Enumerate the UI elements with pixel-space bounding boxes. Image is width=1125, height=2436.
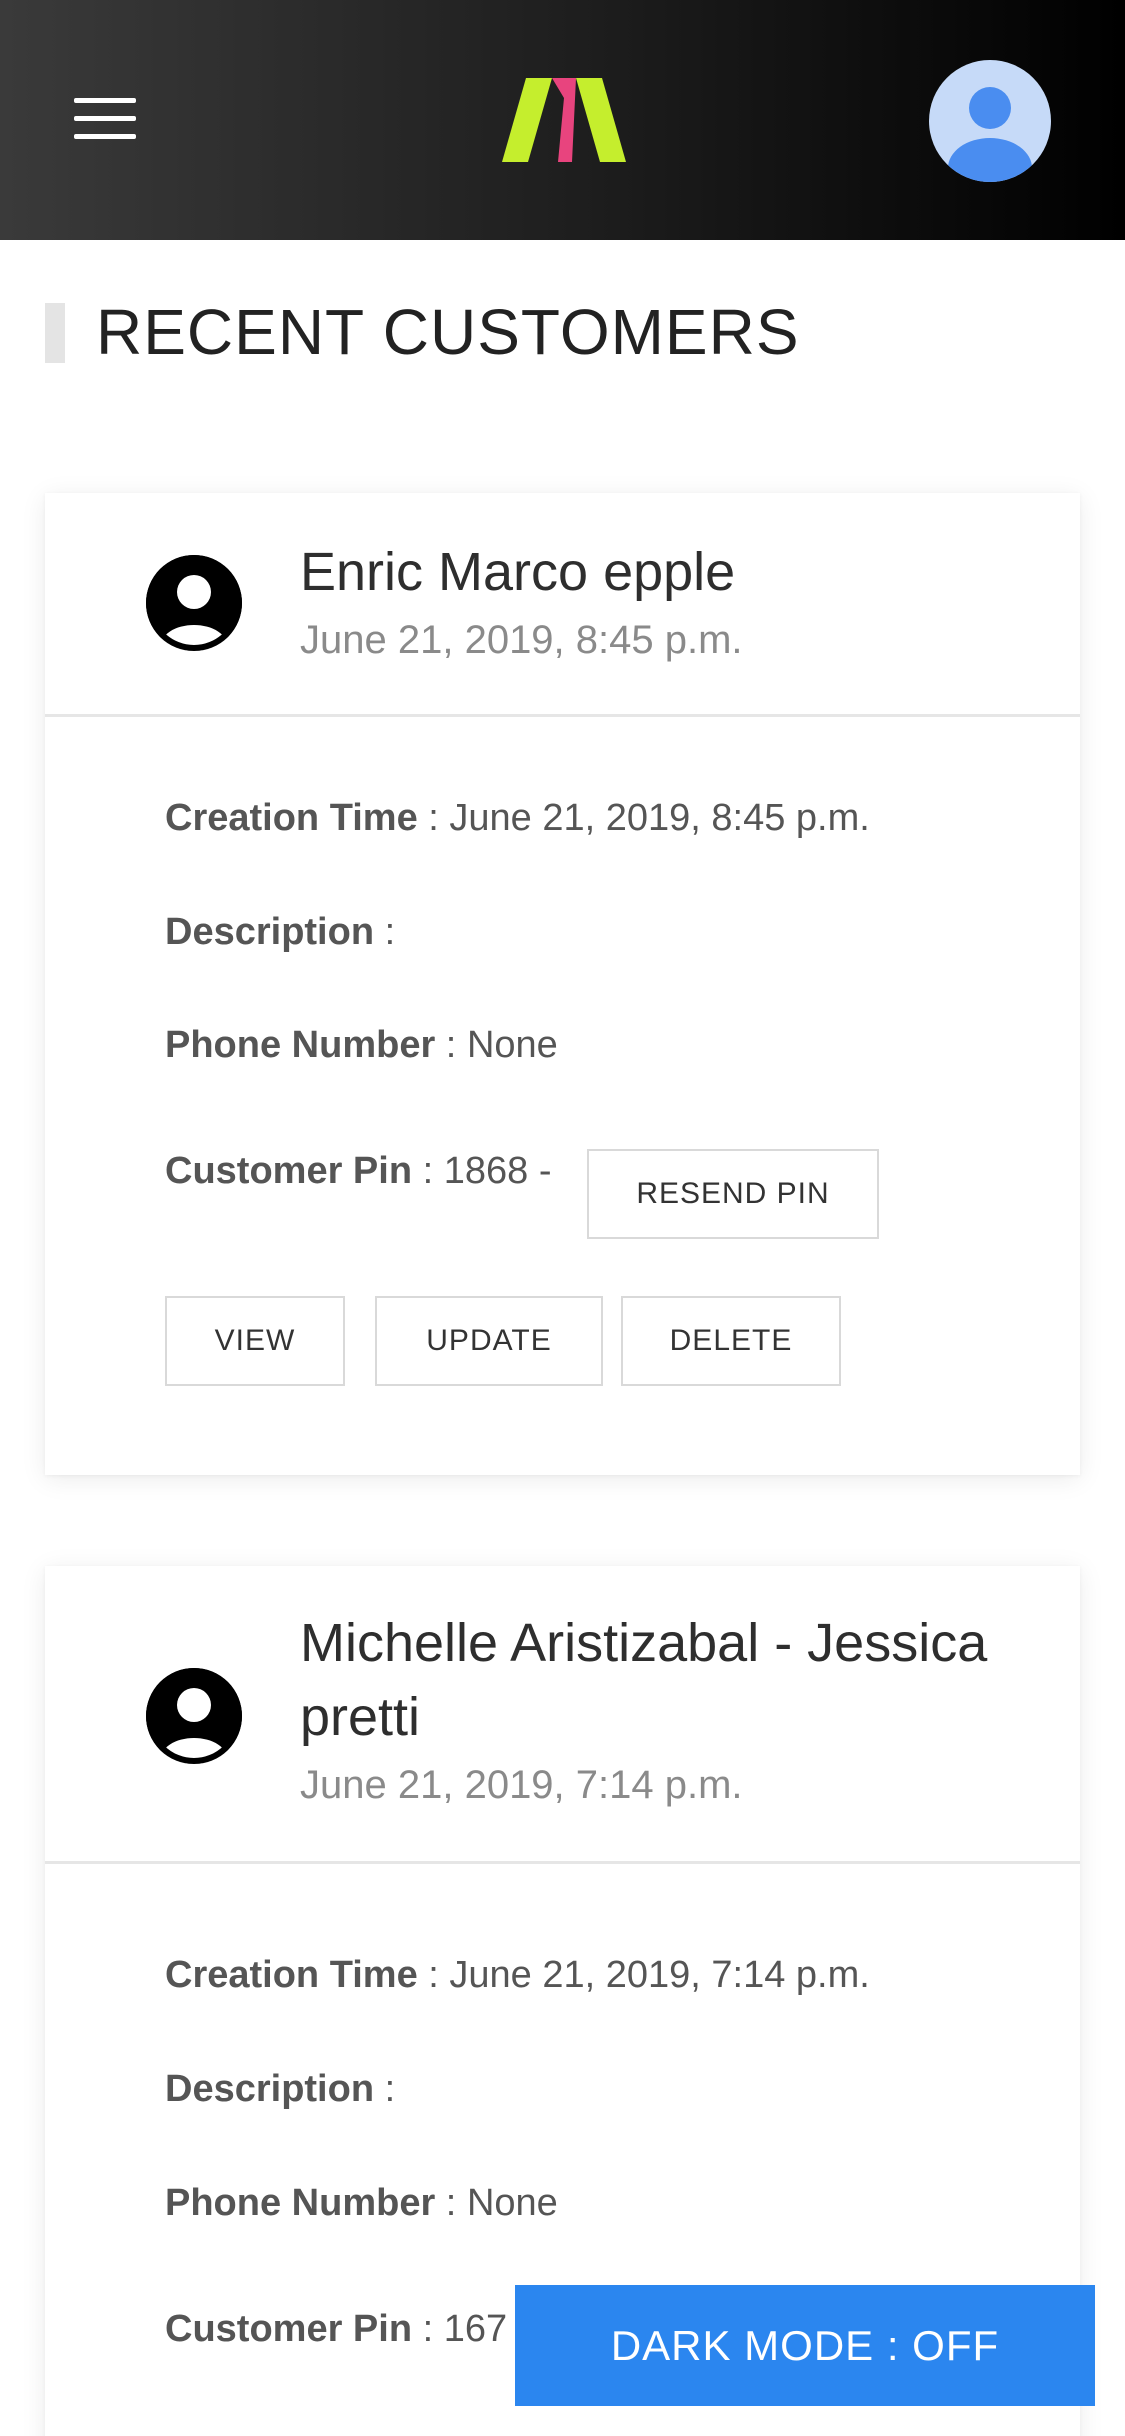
hamburger-menu-icon[interactable] bbox=[74, 96, 136, 142]
user-circle-icon bbox=[146, 1668, 242, 1764]
phone-number-label: Phone Number bbox=[165, 1024, 436, 1066]
customer-pin-value: 167 bbox=[443, 2308, 508, 2350]
creation-time-value: June 21, 2019, 7:14 p.m. bbox=[449, 1954, 870, 1996]
label-separator: : bbox=[435, 2182, 467, 2224]
phone-number-row: Phone Number : None bbox=[165, 1020, 558, 1070]
customer-date: June 21, 2019, 8:45 p.m. bbox=[300, 618, 743, 662]
phone-number-value: None bbox=[466, 2182, 558, 2224]
customer-card-header: Enric Marco epple June 21, 2019, 8:45 p.… bbox=[45, 493, 1080, 717]
description-row: Description : bbox=[165, 2064, 395, 2114]
label-separator: : bbox=[374, 911, 396, 953]
customer-date: June 21, 2019, 7:14 p.m. bbox=[300, 1763, 743, 1807]
view-button[interactable]: VIEW bbox=[165, 1296, 345, 1386]
creation-time-value: June 21, 2019, 8:45 p.m. bbox=[449, 797, 870, 839]
label-separator: : bbox=[412, 1150, 444, 1192]
customer-card: Enric Marco epple June 21, 2019, 8:45 p.… bbox=[45, 493, 1080, 1475]
delete-button[interactable]: DELETE bbox=[621, 1296, 841, 1386]
customer-pin-row: Customer Pin : 1868 - bbox=[165, 1146, 551, 1196]
label-separator: : bbox=[412, 2308, 444, 2350]
creation-time-label: Creation Time bbox=[165, 797, 418, 839]
brand-logo[interactable] bbox=[502, 78, 626, 162]
customer-pin-label: Customer Pin bbox=[165, 1150, 413, 1192]
customer-card-header: Michelle Aristizabal - Jessica pretti Ju… bbox=[45, 1566, 1080, 1864]
phone-number-label: Phone Number bbox=[165, 2182, 436, 2224]
phone-number-value: None bbox=[466, 1024, 558, 1066]
creation-time-row: Creation Time : June 21, 2019, 8:45 p.m. bbox=[165, 793, 870, 843]
page: RECENT CUSTOMERS Enric Marco epple June … bbox=[0, 0, 1125, 2436]
label-separator: : bbox=[435, 1024, 467, 1066]
update-button[interactable]: UPDATE bbox=[375, 1296, 603, 1386]
dark-mode-toggle-button[interactable]: DARK MODE : OFF bbox=[515, 2285, 1095, 2406]
label-separator: : bbox=[374, 2068, 396, 2110]
phone-number-row: Phone Number : None bbox=[165, 2178, 558, 2228]
top-navigation-bar bbox=[0, 0, 1125, 240]
customer-name[interactable]: Michelle Aristizabal - Jessica pretti bbox=[300, 1606, 1020, 1754]
description-label: Description bbox=[165, 2068, 375, 2110]
heading-accent-bar bbox=[45, 303, 65, 363]
creation-time-label: Creation Time bbox=[165, 1954, 418, 1996]
user-avatar-icon[interactable] bbox=[929, 60, 1051, 182]
customer-pin-value: 1868 - bbox=[443, 1150, 552, 1192]
label-separator: : bbox=[417, 1954, 450, 1996]
description-label: Description bbox=[165, 911, 375, 953]
customer-pin-label: Customer Pin bbox=[165, 2308, 413, 2350]
description-row: Description : bbox=[165, 907, 395, 957]
label-separator: : bbox=[417, 797, 450, 839]
customer-name[interactable]: Enric Marco epple bbox=[300, 535, 1020, 609]
user-circle-icon bbox=[146, 555, 242, 651]
resend-pin-button[interactable]: RESEND PIN bbox=[587, 1149, 879, 1239]
page-title: RECENT CUSTOMERS bbox=[96, 296, 800, 368]
creation-time-row: Creation Time : June 21, 2019, 7:14 p.m. bbox=[165, 1950, 870, 2000]
customer-pin-row: Customer Pin : 167 bbox=[165, 2304, 507, 2354]
